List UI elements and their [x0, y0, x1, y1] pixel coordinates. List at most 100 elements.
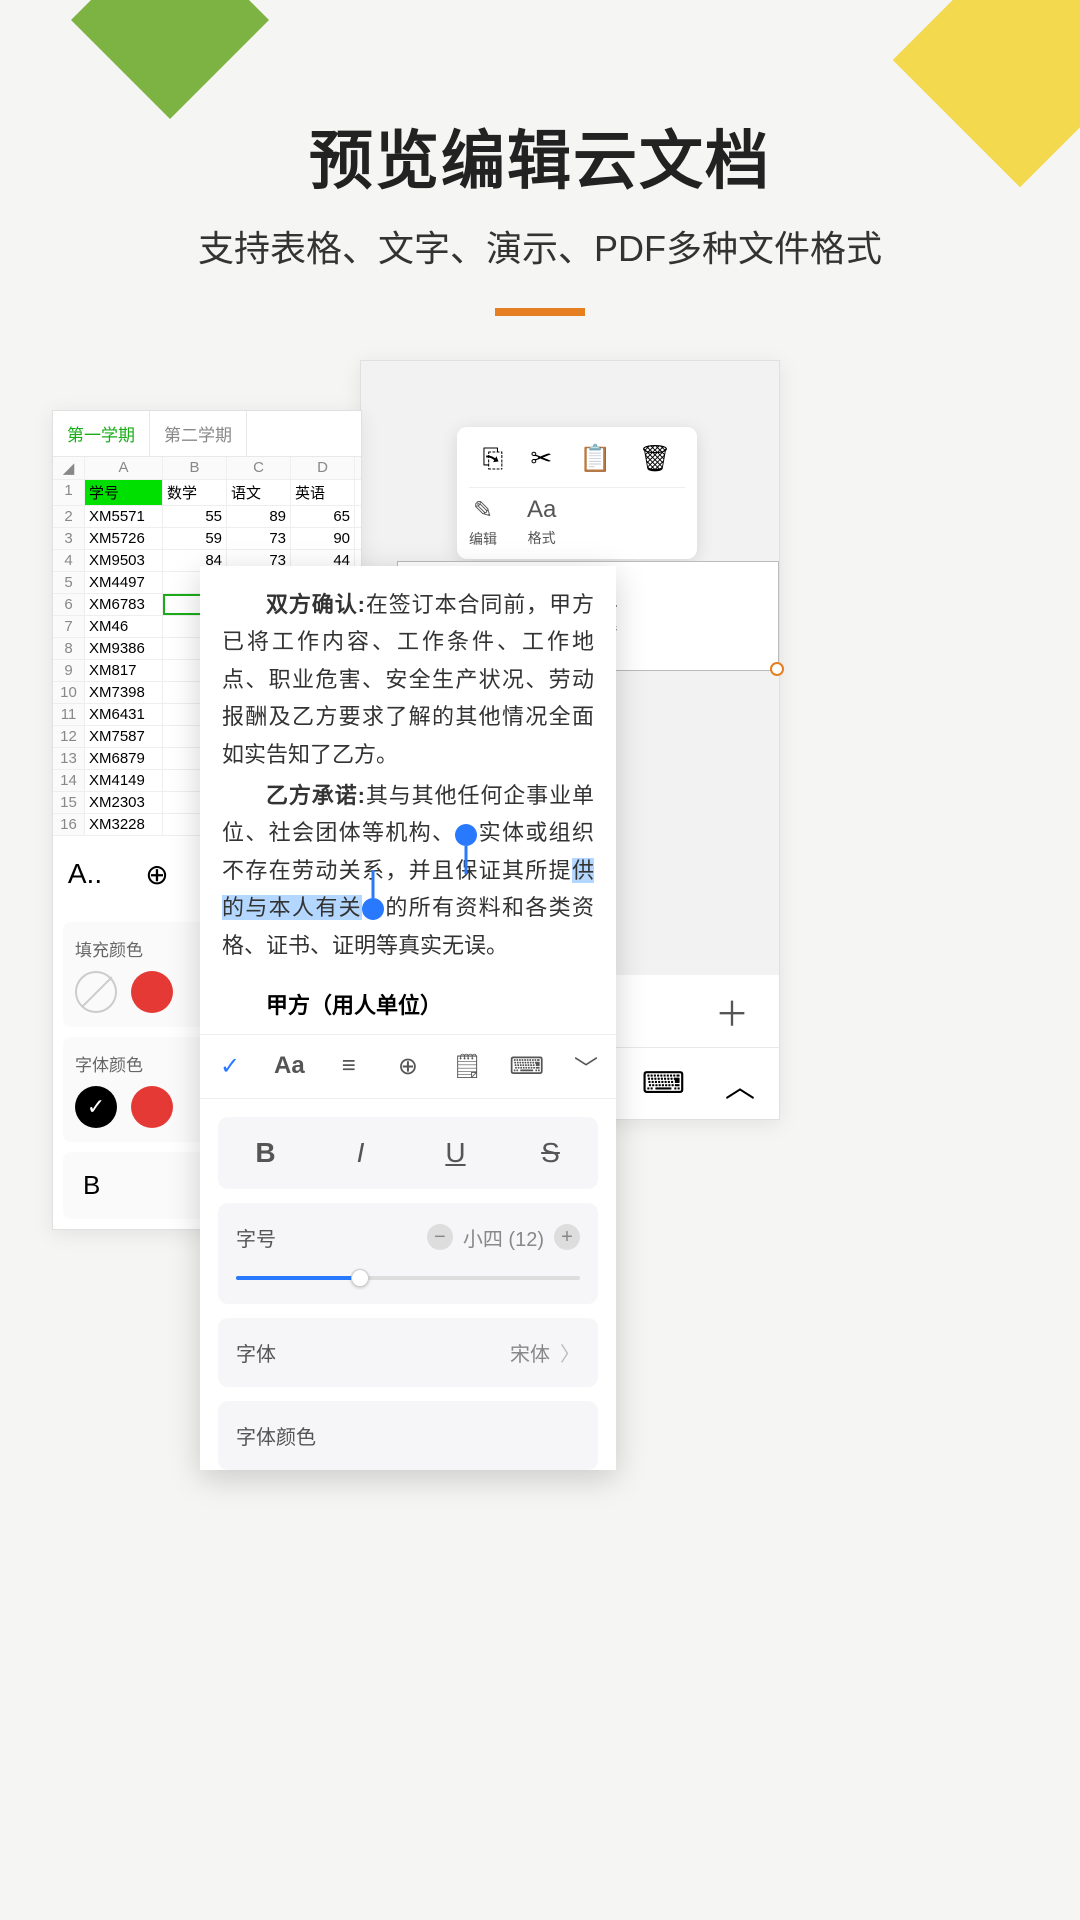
add-icon[interactable]: ＋ [715, 987, 749, 1036]
cell[interactable]: XM6431 [85, 704, 163, 725]
row-number[interactable]: 5 [53, 572, 85, 593]
fill-red-swatch[interactable] [131, 971, 173, 1013]
context-menu: ⎘ ✂ 📋 🗑 ✎ 编辑 Aa 格式 [457, 427, 697, 559]
align-icon[interactable]: ≡ [331, 1052, 367, 1080]
pencil-icon: ✎ [473, 496, 493, 525]
fontsize-plus[interactable]: + [554, 1224, 580, 1250]
row-number[interactable]: 9 [53, 660, 85, 681]
col-header-a[interactable]: A [85, 457, 163, 479]
edit-menu-item[interactable]: ✎ 编辑 [469, 496, 497, 549]
headline-subtitle: 支持表格、文字、演示、PDF多种文件格式 [0, 220, 1080, 272]
row-number[interactable]: 4 [53, 550, 85, 571]
delete-icon[interactable]: 🗑 [638, 443, 671, 475]
cell[interactable]: XM817 [85, 660, 163, 681]
corner-cell[interactable]: ◢ [53, 457, 85, 479]
fontsize-slider[interactable] [218, 1272, 598, 1304]
underline-toggle[interactable]: U [408, 1117, 503, 1189]
p1-text: 在签订本合同前，甲方已将工作内容、工作条件、工作地点、职业危害、安全生产状况、劳… [222, 592, 594, 767]
slider-fill [236, 1276, 360, 1280]
cell[interactable]: 数学 [163, 480, 227, 505]
cell[interactable]: 英语 [291, 480, 355, 505]
font-button[interactable]: A.. [65, 854, 105, 894]
document-body[interactable]: 双方确认:在签订本合同前，甲方已将工作内容、工作条件、工作地点、职业危害、安全生… [200, 566, 616, 988]
headline: 预览编辑云文档 支持表格、文字、演示、PDF多种文件格式 [0, 110, 1080, 316]
cell[interactable]: 89 [227, 506, 291, 527]
sheet-tab-1[interactable]: 第一学期 [53, 411, 150, 456]
cell[interactable]: XM7587 [85, 726, 163, 747]
col-header-c[interactable]: C [227, 457, 291, 479]
format-label: 格式 [528, 528, 556, 548]
font-black-swatch[interactable]: ✓ [75, 1086, 117, 1128]
row-number[interactable]: 7 [53, 616, 85, 637]
cell[interactable]: 语文 [227, 480, 291, 505]
cell[interactable]: XM9503 [85, 550, 163, 571]
row-number[interactable]: 10 [53, 682, 85, 703]
p2-label: 乙方承诺: [266, 783, 365, 808]
row-number[interactable]: 13 [53, 748, 85, 769]
style-section: B I U S 字号 − 小四 (12) + 字体 宋体 〉 [200, 1098, 616, 1470]
keyboard-toggle-icon[interactable]: ⌨ [509, 1052, 545, 1081]
chevron-down-icon[interactable]: ﹀ [568, 1049, 604, 1084]
bold-toggle[interactable]: B [218, 1117, 313, 1189]
font-family-row[interactable]: 字体 宋体 〉 [218, 1318, 598, 1387]
cell[interactable]: XM46 [85, 616, 163, 637]
insert-icon[interactable]: ⊕ [390, 1052, 426, 1081]
cell[interactable]: XM3228 [85, 814, 163, 835]
add-button[interactable]: ⊕ [137, 854, 177, 894]
row-number[interactable]: 3 [53, 528, 85, 549]
chevron-up-icon[interactable]: ︿ [725, 1062, 755, 1106]
text-style-icon[interactable]: Aa [271, 1052, 307, 1080]
slider-thumb[interactable] [351, 1269, 369, 1287]
row-number[interactable]: 15 [53, 792, 85, 813]
row-number[interactable]: 2 [53, 506, 85, 527]
headline-title: 预览编辑云文档 [0, 110, 1080, 202]
font-color-row[interactable]: 字体颜色 [218, 1401, 598, 1470]
cell[interactable]: 55 [163, 506, 227, 527]
row-number[interactable]: 11 [53, 704, 85, 725]
row-number[interactable]: 16 [53, 814, 85, 835]
cell[interactable]: XM9386 [85, 638, 163, 659]
row-number[interactable]: 8 [53, 638, 85, 659]
note-icon[interactable]: 🗒 [449, 1052, 485, 1081]
row-number[interactable]: 6 [53, 594, 85, 615]
fontsize-row: 字号 − 小四 (12) + [218, 1203, 598, 1272]
cell[interactable]: XM4497 [85, 572, 163, 593]
copy-icon[interactable]: ⎘ [483, 443, 504, 475]
cell[interactable]: XM7398 [85, 682, 163, 703]
row-number[interactable]: 12 [53, 726, 85, 747]
row-number[interactable]: 14 [53, 770, 85, 791]
resize-handle[interactable] [770, 662, 784, 676]
strike-toggle[interactable]: S [503, 1117, 598, 1189]
keyboard-icon[interactable]: ⌨ [642, 1066, 685, 1101]
doc-toolbar: ✓ Aa ≡ ⊕ 🗒 ⌨ ﹀ [200, 1034, 616, 1098]
cell[interactable]: 学号 [85, 480, 163, 505]
table-row: 1学号数学语文英语 [53, 480, 361, 506]
italic-toggle[interactable]: I [313, 1117, 408, 1189]
fontsize-minus[interactable]: − [427, 1224, 453, 1250]
row-number[interactable]: 1 [53, 480, 85, 505]
cell[interactable]: XM2303 [85, 792, 163, 813]
chevron-right-icon: 〉 [560, 1338, 580, 1367]
col-header-d[interactable]: D [291, 457, 355, 479]
table-row: 2XM5571558965 [53, 506, 361, 528]
format-menu-item[interactable]: Aa 格式 [527, 496, 556, 549]
cell[interactable]: 59 [163, 528, 227, 549]
sheet-tab-2[interactable]: 第二学期 [150, 411, 247, 456]
cell[interactable]: 73 [227, 528, 291, 549]
cell[interactable]: 90 [291, 528, 355, 549]
cell[interactable]: 65 [291, 506, 355, 527]
cell[interactable]: XM4149 [85, 770, 163, 791]
paste-icon[interactable]: 📋 [579, 443, 611, 475]
fontsize-value: 小四 (12) [463, 1223, 544, 1252]
cut-icon[interactable]: ✂ [530, 443, 552, 475]
confirm-icon[interactable]: ✓ [212, 1052, 248, 1081]
selection-end-handle[interactable] [362, 898, 384, 920]
selection-start-handle[interactable] [455, 824, 477, 846]
cell[interactable]: XM5571 [85, 506, 163, 527]
font-red-swatch[interactable] [131, 1086, 173, 1128]
cell[interactable]: XM6879 [85, 748, 163, 769]
cell[interactable]: XM5726 [85, 528, 163, 549]
fill-none-swatch[interactable] [75, 971, 117, 1013]
col-header-b[interactable]: B [163, 457, 227, 479]
cell[interactable]: XM6783 [85, 594, 163, 615]
